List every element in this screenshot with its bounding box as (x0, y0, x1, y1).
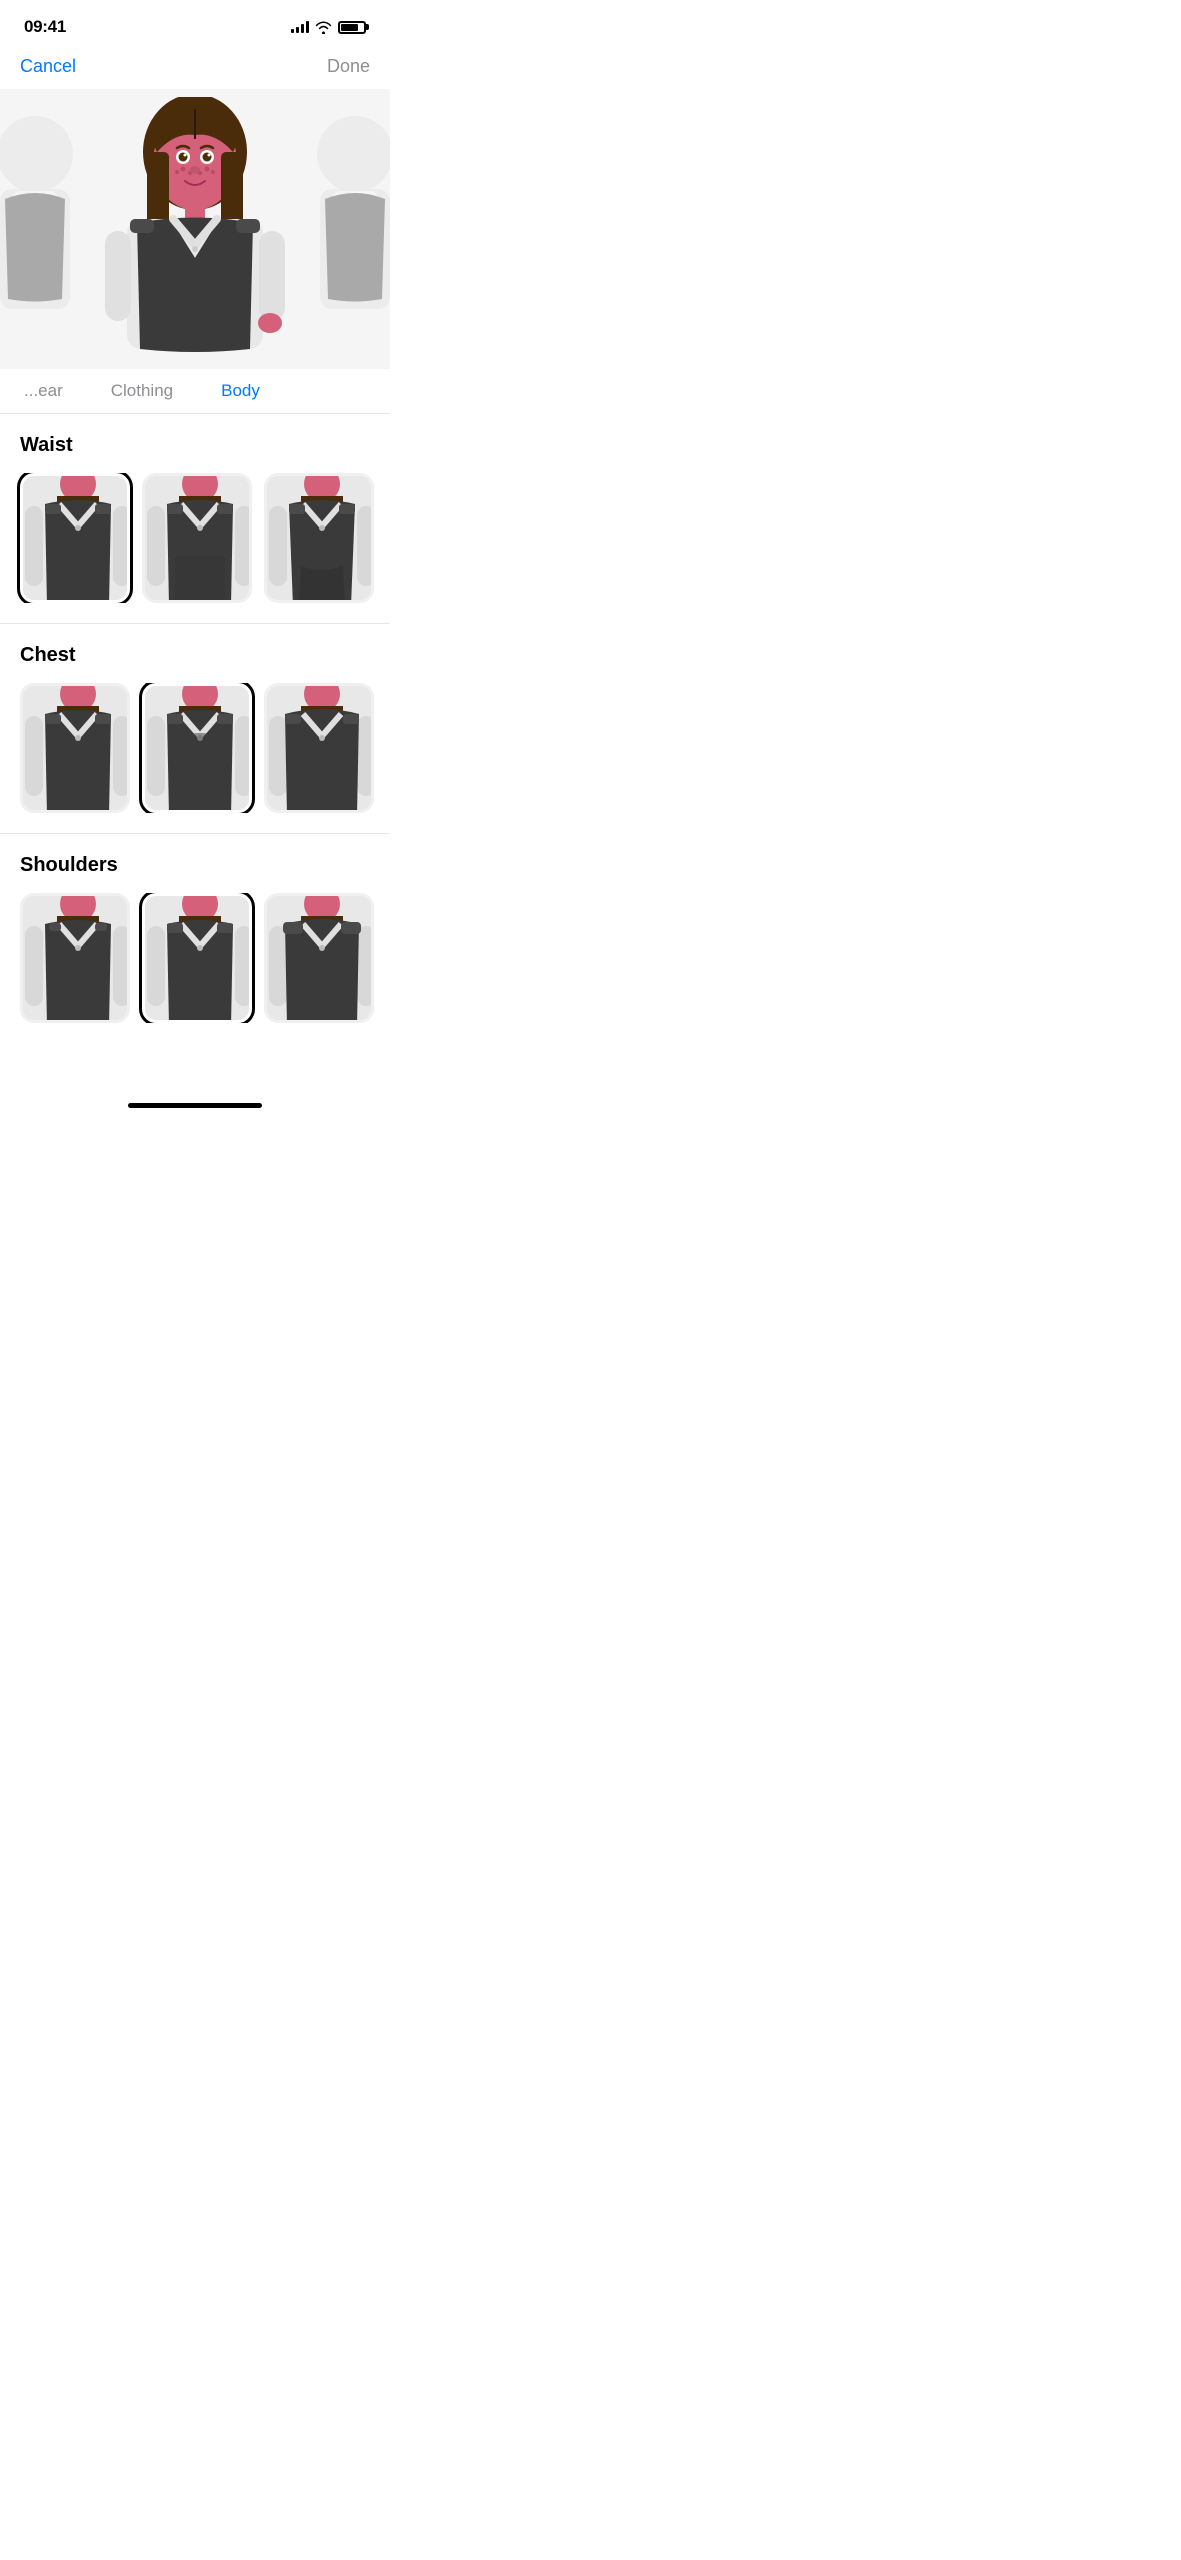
shoulders-section: Shoulders (0, 834, 390, 1043)
status-icons (291, 21, 366, 34)
status-bar: 09:41 (0, 0, 390, 48)
shoulders-title: Shoulders (0, 854, 390, 893)
shoulders-options (0, 893, 390, 1023)
shoulders-option-2[interactable] (142, 893, 252, 1023)
waist-section: Waist (0, 414, 390, 624)
chest-option-1[interactable] (20, 683, 130, 813)
battery-icon (338, 21, 366, 34)
waist-title: Waist (0, 434, 390, 473)
shoulders-option-1[interactable] (20, 893, 130, 1023)
chest-option-2[interactable] (142, 683, 252, 813)
avatar-side-left (0, 109, 90, 349)
tab-body[interactable]: Body (217, 369, 264, 413)
waist-option-1[interactable] (20, 473, 130, 603)
done-button[interactable]: Done (327, 56, 370, 77)
home-indicator-area (0, 1083, 390, 1124)
chest-section: Chest (0, 624, 390, 834)
tab-headwear[interactable]: ...ear (20, 369, 67, 413)
waist-option-3[interactable] (264, 473, 374, 603)
avatar-side-right (300, 109, 390, 349)
tab-clothing[interactable]: Clothing (107, 369, 177, 413)
tab-bar: ...ear Clothing Body (0, 369, 390, 414)
chest-title: Chest (0, 644, 390, 683)
waist-options (0, 473, 390, 603)
cancel-button[interactable]: Cancel (20, 56, 76, 77)
status-time: 09:41 (24, 17, 66, 37)
chest-option-3[interactable] (264, 683, 374, 813)
avatar-preview (0, 89, 390, 369)
waist-option-2[interactable] (142, 473, 252, 603)
chest-options (0, 683, 390, 813)
nav-bar: Cancel Done (0, 48, 390, 89)
main-avatar (95, 97, 295, 362)
home-indicator (128, 1103, 262, 1108)
wifi-icon (315, 21, 332, 34)
signal-icon (291, 21, 309, 33)
shoulders-option-3[interactable] (264, 893, 374, 1023)
content-area: Waist (0, 414, 390, 1083)
